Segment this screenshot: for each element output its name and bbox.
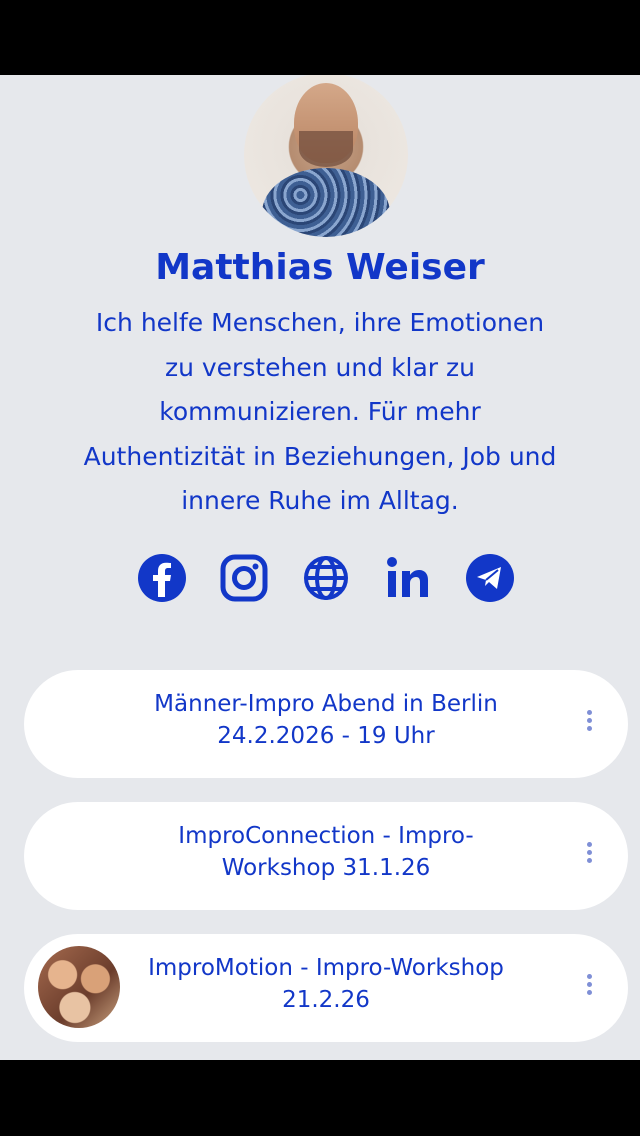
more-options-icon[interactable] [584,974,594,1002]
link-card-title: ImproMotion - Impro-Workshop 21.2.26 [148,955,504,1013]
linkedin-icon[interactable] [380,550,436,606]
link-card[interactable]: ImproConnection - Impro-Workshop 31.1.26 [24,802,628,910]
top-black-bar [0,0,640,75]
profile-avatar [244,75,408,237]
more-options-icon[interactable] [584,842,594,870]
profile-bio: Ich helfe Menschen, ihre Emotionen zu ve… [83,308,557,515]
link-card-title: ImproConnection - Impro-Workshop 31.1.26 [178,823,474,881]
telegram-icon[interactable] [462,550,518,606]
link-card[interactable]: ImproMotion - Impro-Workshop 21.2.26 [24,934,628,1042]
profile-name: Matthias Weiser [155,247,485,288]
instagram-icon[interactable] [216,550,272,606]
link-card[interactable]: Männer-Impro Abend in Berlin 24.2.2026 -… [24,670,628,778]
globe-icon[interactable] [298,550,354,606]
link-card-title: Männer-Impro Abend in Berlin 24.2.2026 -… [154,691,498,749]
social-links [0,550,640,606]
facebook-icon[interactable] [134,550,190,606]
more-options-icon[interactable] [584,710,594,738]
link-thumbnail [38,946,120,1028]
profile-page: Matthias Weiser Ich helfe Menschen, ihre… [0,75,640,1060]
bottom-black-bar [0,1060,640,1136]
